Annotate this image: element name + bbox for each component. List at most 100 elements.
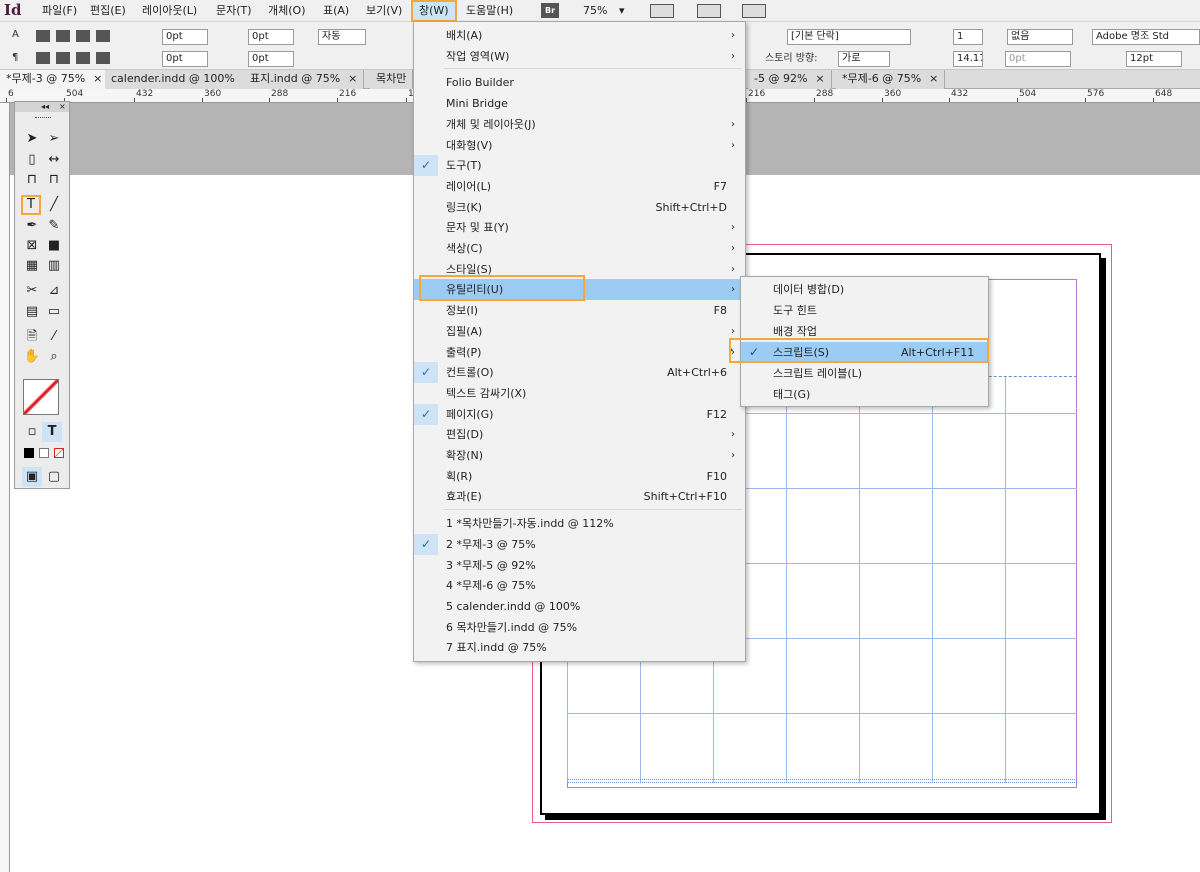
- document-tab[interactable]: 표지.indd @ 75% ×: [244, 70, 365, 89]
- last-line-indent-field[interactable]: 0pt: [248, 51, 294, 67]
- gradient-swatch-tool-icon[interactable]: ▤: [22, 302, 42, 322]
- formatting-text-icon[interactable]: T: [42, 422, 62, 442]
- menu-item-4[interactable]: 개체(O): [262, 0, 311, 22]
- document-tab[interactable]: *무제-6 @ 75% ×: [836, 70, 946, 89]
- menu-item-3[interactable]: 문자(T): [210, 0, 258, 22]
- utility-submenu-item[interactable]: 데이터 병합(D): [741, 279, 988, 300]
- gradient-feather-tool-icon[interactable]: ▭: [44, 302, 64, 322]
- document-tab[interactable]: -5 @ 92% ×: [748, 70, 832, 89]
- align-buttons[interactable]: [36, 30, 112, 42]
- window-menu-item[interactable]: 링크(K) Shift+Ctrl+D: [414, 197, 745, 218]
- window-menu-item[interactable]: 레이어(L) F7: [414, 176, 745, 197]
- pen-tool-icon[interactable]: ✒: [22, 216, 42, 236]
- window-menu-item[interactable]: 정보(I) F8: [414, 300, 745, 321]
- story-direction-dropdown[interactable]: 가로: [838, 51, 890, 67]
- window-menu-item[interactable]: Mini Bridge: [414, 93, 745, 114]
- window-menu-item[interactable]: 색상(C) ›: [414, 238, 745, 259]
- paragraph-formatting-icon[interactable]: ¶: [12, 50, 18, 66]
- collapse-icon[interactable]: ◂◂: [41, 102, 49, 112]
- character-formatting-icon[interactable]: A: [12, 27, 19, 43]
- frame-grid-tool-icon[interactable]: ▥: [44, 256, 64, 276]
- utility-submenu-item[interactable]: 도구 힌트: [741, 300, 988, 321]
- justify-buttons[interactable]: [36, 52, 112, 64]
- window-menu-item[interactable]: 작업 영역(W) ›: [414, 46, 745, 67]
- rectangle-frame-tool-icon[interactable]: ⊠: [22, 236, 42, 256]
- paragraph-style-dropdown[interactable]: [기본 단락]: [787, 29, 911, 45]
- apply-gradient-icon[interactable]: [39, 448, 49, 458]
- window-menu-item[interactable]: 4 *무제-6 @ 75%: [414, 575, 745, 596]
- menu-item-8[interactable]: 도움말(H): [460, 0, 519, 22]
- document-tab[interactable]: calender.indd @ 100%×: [105, 70, 259, 89]
- first-line-indent-field[interactable]: 0pt: [162, 51, 208, 67]
- window-menu-item[interactable]: 개체 및 레이아웃(J) ›: [414, 114, 745, 135]
- fill-stroke-icon[interactable]: [23, 379, 59, 415]
- normal-view-icon[interactable]: ▣: [22, 467, 42, 487]
- window-menu-item[interactable]: ✓ 컨트롤(O) Alt+Ctrl+6: [414, 362, 745, 384]
- window-menu-item[interactable]: 확장(N) ›: [414, 445, 745, 466]
- right-indent-field[interactable]: 0pt: [248, 29, 294, 45]
- gap-tool-icon[interactable]: ↔: [44, 150, 64, 170]
- window-menu-item[interactable]: 텍스트 감싸기(X): [414, 383, 745, 404]
- screen-mode-button[interactable]: [650, 4, 674, 18]
- line-tool-icon[interactable]: ╱: [44, 195, 64, 215]
- bridge-button[interactable]: Br: [541, 3, 559, 18]
- hand-tool-icon[interactable]: ✋: [22, 347, 42, 367]
- window-menu-item[interactable]: 문자 및 표(Y) ›: [414, 217, 745, 238]
- utility-submenu-item[interactable]: 태그(G): [741, 384, 988, 405]
- column-width-field[interactable]: 14.17: [953, 51, 983, 67]
- window-menu-item[interactable]: 7 표지.indd @ 75%: [414, 637, 745, 658]
- left-indent-field[interactable]: 0pt: [162, 29, 208, 45]
- leading-dropdown[interactable]: 자동: [318, 29, 366, 45]
- apply-color-icon[interactable]: [24, 448, 34, 458]
- menu-item-1[interactable]: 편집(E): [84, 0, 132, 22]
- span-spacing-field[interactable]: 0pt: [1005, 51, 1071, 67]
- document-tab[interactable]: 목차만: [370, 70, 414, 89]
- window-menu-item[interactable]: 획(R) F10: [414, 466, 745, 487]
- window-menu-item[interactable]: ✓ 도구(T): [414, 155, 745, 177]
- window-menu-item[interactable]: 집필(A) ›: [414, 321, 745, 342]
- window-menu-item[interactable]: 1 *목차만들기-자동.indd @ 112%: [414, 513, 745, 534]
- menu-item-6[interactable]: 보기(V): [360, 0, 408, 22]
- menu-item-5[interactable]: 표(A): [317, 0, 355, 22]
- zoom-tool-icon[interactable]: ⌕: [44, 347, 64, 367]
- rectangle-tool-icon[interactable]: ■: [44, 236, 64, 256]
- eyedropper-tool-icon[interactable]: ⁄: [44, 327, 64, 347]
- window-menu-item[interactable]: 효과(E) Shift+Ctrl+F10: [414, 486, 745, 507]
- window-menu-item[interactable]: 편집(D) ›: [414, 424, 745, 445]
- preview-view-icon[interactable]: ▢: [44, 467, 64, 487]
- window-menu-item[interactable]: 3 *무제-5 @ 92%: [414, 555, 745, 576]
- free-transform-tool-icon[interactable]: ⊿: [44, 281, 64, 301]
- close-icon[interactable]: ×: [348, 72, 357, 85]
- close-icon[interactable]: ×: [93, 72, 102, 85]
- menu-item-2[interactable]: 레이아웃(L): [136, 0, 203, 22]
- grid-tool-icon[interactable]: ▦: [22, 256, 42, 276]
- window-menu-item[interactable]: 5 calender.indd @ 100%: [414, 596, 745, 617]
- close-icon[interactable]: ×: [929, 72, 938, 85]
- menu-item-0[interactable]: 파일(F): [36, 0, 83, 22]
- apply-none-icon[interactable]: [54, 448, 64, 458]
- window-menu-item[interactable]: 출력(P) ›: [414, 342, 745, 363]
- window-menu-item[interactable]: 6 목차만들기.indd @ 75%: [414, 617, 745, 638]
- utility-submenu-item[interactable]: 스크립트 레이블(L): [741, 363, 988, 384]
- document-tab[interactable]: *무제-3 @ 75% ×: [0, 70, 110, 89]
- type-tool-icon[interactable]: T: [21, 195, 41, 215]
- direct-selection-tool-icon[interactable]: ➢: [44, 129, 64, 149]
- selection-tool-icon[interactable]: ➤: [22, 129, 42, 149]
- font-family-dropdown[interactable]: Adobe 명조 Std: [1092, 29, 1200, 45]
- scissors-tool-icon[interactable]: ✂: [22, 281, 42, 301]
- pencil-tool-icon[interactable]: ✎: [44, 216, 64, 236]
- window-menu-item[interactable]: 배치(A) ›: [414, 25, 745, 46]
- formatting-container-icon[interactable]: ▫: [22, 422, 42, 442]
- close-icon[interactable]: ×: [815, 72, 824, 85]
- view-options-button[interactable]: [697, 4, 721, 18]
- window-menu-item[interactable]: 대화형(V) ›: [414, 135, 745, 156]
- menu-window[interactable]: 창(W): [411, 0, 457, 22]
- close-icon[interactable]: ×: [59, 102, 66, 112]
- content-collector-icon[interactable]: ⊓: [22, 170, 42, 190]
- font-size-dropdown[interactable]: 12pt: [1126, 51, 1182, 67]
- content-placer-icon[interactable]: ⊓: [44, 170, 64, 190]
- note-tool-icon[interactable]: 🗎: [22, 327, 42, 347]
- column-count-field[interactable]: 1: [953, 29, 983, 45]
- tools-panel-header[interactable]: ◂◂ ×: [15, 102, 69, 112]
- zoom-dropdown[interactable]: 75% ▾: [583, 0, 624, 22]
